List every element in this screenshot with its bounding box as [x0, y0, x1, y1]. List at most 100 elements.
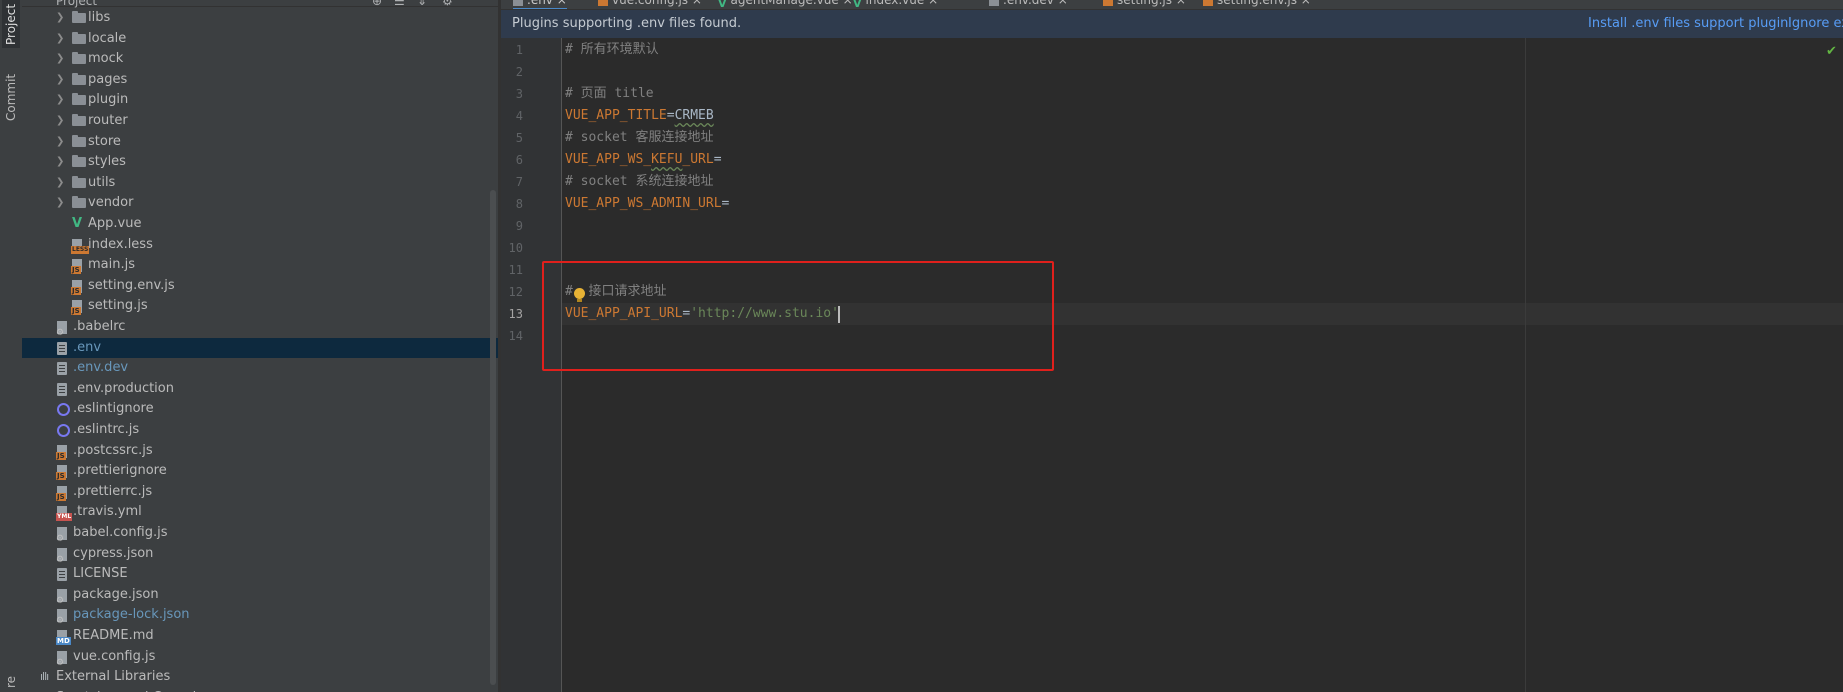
tree-item-label: setting.env.js — [88, 277, 175, 293]
chevron-right-icon[interactable]: ❯ — [56, 111, 66, 131]
project-tool-tab[interactable]: Project — [2, 0, 20, 48]
code-line[interactable]: # socket 客服连接地址 — [565, 127, 713, 149]
chevron-right-icon[interactable]: ❯ — [56, 193, 66, 213]
code-line[interactable]: VUE_APP_WS_ADMIN_URL= — [565, 193, 729, 215]
tree-item[interactable]: V App.vue — [22, 214, 498, 234]
tree-item[interactable]: ❯ libs — [22, 8, 498, 28]
tree-item-label: App.vue — [88, 216, 142, 231]
tree-item[interactable]: babel.config.js — [22, 523, 498, 543]
tree-item[interactable]: .prettierrc.js — [22, 482, 498, 502]
tree-item-label: README.md — [73, 628, 154, 643]
tree-item-label: vue.config.js — [73, 648, 156, 664]
tree-item[interactable]: .babelrc — [22, 317, 498, 337]
tree-item[interactable]: package.json — [22, 585, 498, 605]
bottom-tool-tab-label: re — [4, 675, 18, 689]
tree-item[interactable]: .travis.yml — [22, 502, 498, 522]
tree-item[interactable]: ❯ mock — [22, 49, 498, 69]
code-token: KEFU — [651, 152, 683, 167]
file-icon — [57, 568, 67, 582]
tree-item-label: store — [88, 133, 121, 149]
folder-icon — [72, 31, 86, 44]
code-line[interactable]: # socket 系统连接地址 — [565, 171, 713, 193]
code-token: VUE_APP_WS_ — [565, 152, 652, 167]
tree-item[interactable]: ❯ utils — [22, 173, 498, 193]
chevron-right-icon[interactable]: ❯ — [56, 132, 66, 152]
tree-item[interactable]: vue.config.js — [22, 647, 498, 667]
chevron-right-icon[interactable]: ❯ — [56, 90, 66, 110]
tree-item-label: Scratches and Consoles — [56, 688, 211, 692]
tree-item[interactable]: ❯ plugin — [22, 90, 498, 110]
code-token: # 页面 title — [565, 86, 654, 101]
tree-item-label: LICENSE — [73, 566, 128, 582]
bottom-tool-tab[interactable]: re — [2, 672, 20, 692]
tree-item[interactable]: ❯ store — [22, 132, 498, 152]
tree-item-label: babel.config.js — [73, 525, 168, 540]
code-line[interactable]: VUE_APP_TITLE=CRMEB — [565, 105, 714, 127]
folder-icon — [72, 155, 86, 168]
chevron-right-icon[interactable]: ❯ — [56, 29, 66, 49]
chevron-right-icon[interactable]: ❯ — [56, 8, 66, 28]
commit-tool-tab[interactable]: Commit — [2, 62, 20, 132]
tree-item[interactable]: setting.env.js — [22, 276, 498, 296]
tree-item[interactable]: ❯ router — [22, 111, 498, 131]
file-icon — [57, 341, 67, 355]
tree-item-label: .prettierrc.js — [73, 483, 153, 499]
collapse-all-icon[interactable]: ☰ — [394, 0, 405, 8]
project-panel-title: Project — [56, 0, 98, 8]
code-line[interactable]: VUE_APP_WS_KEFU_URL= — [565, 149, 722, 171]
lib-icon: ıllı — [40, 670, 49, 684]
chevron-right-icon[interactable]: ❯ — [56, 49, 66, 69]
tree-item-label: .env.production — [73, 380, 174, 396]
locate-file-icon[interactable]: ⊕ — [372, 0, 382, 8]
expand-icon[interactable]: ⇕ — [417, 0, 427, 8]
tree-item[interactable]: main.js — [22, 255, 498, 275]
tree-item[interactable]: index.less — [22, 235, 498, 255]
tree-item-label: mock — [88, 51, 124, 67]
tree-item-label: index.less — [88, 236, 153, 252]
code-line[interactable]: # 所有环境默认 — [565, 39, 659, 61]
tree-item[interactable]: .eslintrc.js — [22, 420, 498, 440]
chevron-right-icon[interactable]: ❯ — [56, 173, 66, 193]
tree-item[interactable]: README.md — [22, 626, 498, 646]
code-line[interactable]: # 页面 title — [565, 83, 654, 105]
md-icon — [56, 630, 71, 645]
project-panel: Project ⊕ ☰ ⇕ ⚙ ❯ libs ❯ locale ❯ mock ❯ pages ❯… — [22, 0, 498, 692]
tree-item[interactable]: ❯ pages — [22, 70, 498, 90]
tree-item[interactable]: ❯ locale — [22, 29, 498, 49]
gear-icon — [56, 588, 67, 605]
js-icon — [56, 485, 67, 501]
tree-item-label: package.json — [73, 586, 159, 602]
gear-icon — [56, 547, 67, 564]
tree-item[interactable]: .eslintignore — [22, 399, 498, 419]
tree-item[interactable]: ❯ vendor — [22, 193, 498, 213]
code-token: _URL — [682, 152, 714, 167]
ring-icon — [57, 424, 70, 437]
tree-item[interactable]: LICENSE — [22, 564, 498, 584]
tree-item[interactable]: Scratches and Consoles — [22, 688, 498, 692]
code-token: = — [721, 196, 730, 211]
gear-icon[interactable]: ⚙ — [442, 0, 453, 8]
tree-item[interactable]: .postcssrc.js — [22, 441, 498, 461]
chevron-right-icon[interactable]: ❯ — [56, 70, 66, 90]
tree-item[interactable]: cypress.json — [22, 544, 498, 564]
tree-item[interactable]: package-lock.json — [22, 605, 498, 625]
vue-icon: V — [72, 216, 83, 231]
tree-item-label: plugin — [88, 92, 129, 108]
tree-item[interactable]: .env.production — [22, 379, 498, 399]
folder-icon — [72, 72, 86, 85]
code-token: # 所有环境默认 — [565, 42, 659, 57]
chevron-right-icon[interactable]: ❯ — [56, 152, 66, 172]
tree-item[interactable]: ıllı External Libraries — [22, 667, 498, 687]
tree-item-label: External Libraries — [56, 669, 171, 685]
tree-item[interactable]: .env.dev — [22, 358, 498, 378]
js-icon — [56, 444, 67, 460]
code-token: # socket 系统连接地址 — [565, 174, 714, 189]
tree-item[interactable]: setting.js — [22, 296, 498, 316]
tree-item-label: locale — [88, 30, 127, 46]
folder-icon — [72, 52, 86, 65]
tree-item-label: .postcssrc.js — [73, 442, 153, 458]
tree-item[interactable]: ❯ styles — [22, 152, 498, 172]
tree-scrollbar[interactable] — [490, 190, 496, 685]
tree-item[interactable]: .prettierignore — [22, 461, 498, 481]
tree-item[interactable]: .env — [22, 337, 498, 358]
